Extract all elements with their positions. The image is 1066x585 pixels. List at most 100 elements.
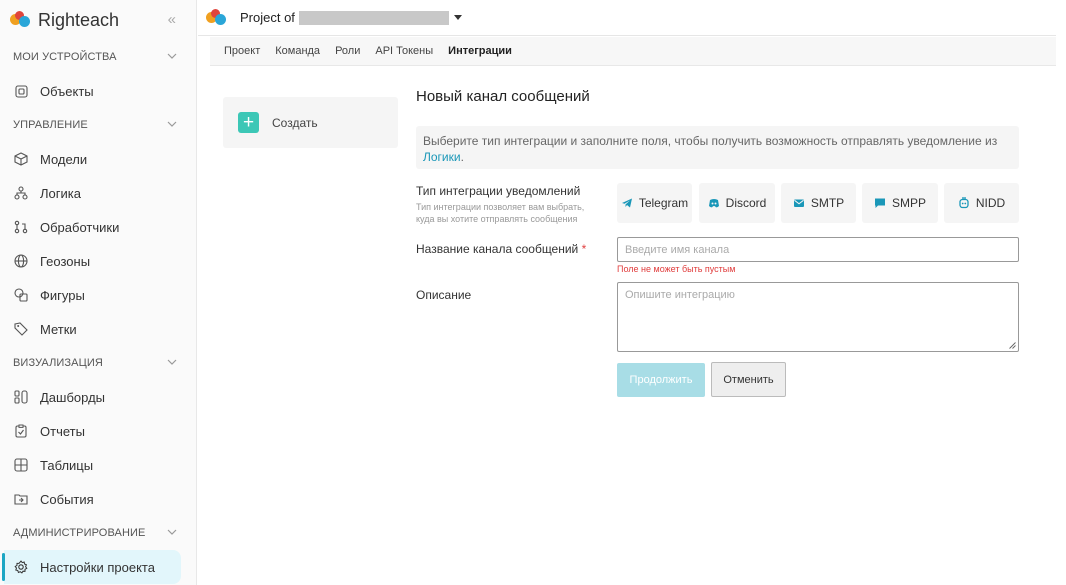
double-chevron-left-icon[interactable]: «: [168, 11, 176, 28]
gear-icon: [14, 560, 28, 574]
sidebar: Righteach « МОИ УСТРОЙСТВА Объекты УПРАВ…: [0, 0, 197, 585]
sidebar-item-label: Отчеты: [40, 423, 85, 439]
logic-link[interactable]: Логики: [423, 150, 461, 164]
integration-label: Discord: [725, 196, 767, 210]
object-icon: [14, 84, 28, 98]
sidebar-item-label: Настройки проекта: [40, 559, 155, 575]
sidebar-item-dashboards[interactable]: Дашборды: [0, 380, 196, 414]
brand-row: Righteach «: [0, 0, 196, 40]
dashboard-icon: [14, 390, 28, 404]
create-label: Создать: [272, 115, 318, 130]
sidebar-item-label: События: [40, 491, 94, 507]
project-selector-label[interactable]: Project of: [240, 10, 295, 25]
section-title: МОИ УСТРОЙСТВА: [13, 51, 117, 63]
integration-type-hint-line1: Тип интеграции позволяет вам выбрать,: [416, 202, 585, 212]
sidebar-item-label: Логика: [40, 185, 81, 201]
sidebar-item-label: Метки: [40, 321, 77, 337]
sidebar-item-project-settings[interactable]: Настройки проекта: [2, 550, 181, 584]
discord-icon: [708, 199, 719, 208]
handlers-icon: [14, 220, 28, 234]
channel-name-placeholder: Введите имя канала: [625, 243, 730, 256]
sidebar-item-geozones[interactable]: Геозоны: [0, 244, 196, 278]
tab-roles[interactable]: Роли: [335, 45, 360, 57]
section-title: АДМИНИСТРИРОВАНИЕ: [13, 527, 146, 539]
sidebar-item-events[interactable]: События: [0, 482, 196, 516]
sidebar-item-label: Дашборды: [40, 389, 105, 405]
sidebar-item-models[interactable]: Модели: [0, 142, 196, 176]
sidebar-item-label: Таблицы: [40, 457, 94, 473]
sidebar-item-label: Объекты: [40, 83, 94, 99]
channel-name-input[interactable]: Введите имя канала: [617, 237, 1019, 262]
sidebar-item-objects[interactable]: Объекты: [0, 74, 196, 108]
tab-api-tokens[interactable]: API Токены: [375, 45, 433, 57]
logic-icon: [14, 186, 28, 200]
chevron-down-icon: [167, 53, 177, 59]
brand-name: Righteach: [38, 9, 120, 30]
settings-tabs: Проект Команда Роли API Токены Интеграци…: [210, 37, 1056, 66]
sidebar-item-tags[interactable]: Метки: [0, 312, 196, 346]
message-icon: [874, 198, 885, 208]
sidebar-item-label: Фигуры: [40, 287, 85, 303]
required-mark: *: [581, 242, 587, 256]
sidebar-item-label: Геозоны: [40, 253, 91, 269]
info-end: .: [460, 150, 464, 164]
sidebar-item-reports[interactable]: Отчеты: [0, 414, 196, 448]
integration-label: Telegram: [638, 196, 689, 210]
tab-integrations[interactable]: Интеграции: [448, 45, 512, 57]
integration-label: SMPP: [891, 196, 926, 210]
globe-icon: [14, 254, 28, 268]
project-name-redacted: [298, 10, 449, 25]
integration-nidd-button[interactable]: NIDD: [944, 183, 1019, 223]
plus-icon: +: [238, 112, 259, 133]
cancel-button[interactable]: Отменить: [711, 362, 786, 397]
sidebar-item-handlers[interactable]: Обработчики: [0, 210, 196, 244]
report-icon: [14, 424, 28, 438]
caret-down-icon[interactable]: [453, 15, 462, 20]
channel-name-label-text: Название канала сообщений: [416, 242, 579, 256]
integration-smpp-button[interactable]: SMPP: [862, 183, 938, 223]
integration-discord-button[interactable]: Discord: [699, 183, 775, 223]
sidebar-item-shapes[interactable]: Фигуры: [0, 278, 196, 312]
page-title: Новый канал сообщений: [416, 88, 590, 105]
channel-name-label: Название канала сообщений *: [416, 242, 586, 256]
tag-icon: [14, 322, 28, 336]
integration-label: NIDD: [975, 196, 1006, 210]
shapes-icon: [14, 288, 28, 302]
chevron-down-icon: [167, 359, 177, 365]
integration-type-label: Тип интеграции уведомлений: [416, 184, 581, 198]
events-icon: [14, 492, 28, 506]
nidd-icon: [959, 197, 969, 209]
tab-team[interactable]: Команда: [275, 45, 320, 57]
create-integration-button[interactable]: + Создать: [223, 97, 398, 148]
integration-smtp-button[interactable]: SMTP: [781, 183, 856, 223]
description-placeholder: Опишите интеграцию: [625, 289, 735, 301]
sidebar-item-tables[interactable]: Таблицы: [0, 448, 196, 482]
integration-label: SMTP: [810, 196, 845, 210]
channel-name-error: Поле не может быть пустым: [617, 264, 736, 274]
description-textarea[interactable]: Опишите интеграцию: [617, 282, 1019, 352]
integration-telegram-button[interactable]: Telegram: [617, 183, 692, 223]
project-logo-icon: [206, 8, 228, 27]
mail-icon: [793, 199, 804, 207]
continue-button[interactable]: Продолжить: [617, 363, 705, 397]
section-management[interactable]: УПРАВЛЕНИЕ: [0, 108, 196, 142]
sidebar-item-label: Модели: [40, 151, 88, 167]
tab-project[interactable]: Проект: [224, 45, 260, 57]
section-administration[interactable]: АДМИНИСТРИРОВАНИЕ: [0, 516, 196, 550]
description-label: Описание: [416, 288, 472, 302]
info-text: Выберите тип интеграции и заполните поля…: [423, 134, 998, 148]
section-title: УПРАВЛЕНИЕ: [13, 119, 88, 131]
sidebar-item-label: Обработчики: [40, 219, 120, 235]
project-header: Project of: [198, 0, 1056, 36]
section-title: ВИЗУАЛИЗАЦИЯ: [13, 357, 103, 369]
resize-handle-icon[interactable]: [1009, 342, 1016, 349]
section-my-devices[interactable]: МОИ УСТРОЙСТВА: [0, 40, 196, 74]
cube-icon: [14, 152, 28, 166]
section-visualization[interactable]: ВИЗУАЛИЗАЦИЯ: [0, 346, 196, 380]
table-icon: [14, 458, 28, 472]
sidebar-item-logic[interactable]: Логика: [0, 176, 196, 210]
chevron-down-icon: [167, 121, 177, 127]
integration-type-hint-line2: куда вы хотите отправлять сообщения: [416, 214, 578, 224]
info-box: Выберите тип интеграции и заполните поля…: [416, 126, 1019, 169]
righttech-logo-icon: [10, 11, 32, 29]
